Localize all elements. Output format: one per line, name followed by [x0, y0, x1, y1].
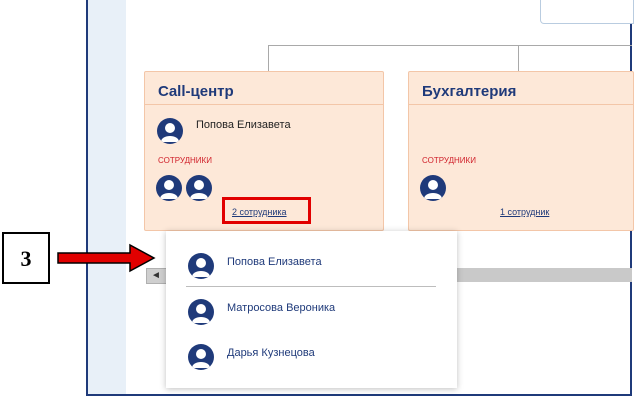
user-avatar-icon[interactable] [156, 175, 182, 201]
department-card-accounting[interactable]: Бухгалтерия СОТРУДНИКИ 1 сотрудник [408, 71, 634, 231]
department-title: Call-центр [158, 83, 234, 100]
user-avatar-icon [188, 344, 214, 370]
card-divider [409, 104, 633, 105]
employee-name: Попова Елизавета [227, 256, 322, 268]
popup-divider [186, 286, 436, 287]
department-head-name: Попова Елизавета [196, 119, 291, 131]
step-number-box: 3 [2, 232, 50, 284]
org-connector-horizontal [268, 45, 632, 46]
card-divider [145, 104, 383, 105]
horizontal-scrollbar[interactable] [457, 268, 632, 282]
employee-name: Дарья Кузнецова [227, 347, 315, 359]
user-avatar-icon[interactable] [157, 118, 183, 144]
department-title: Бухгалтерия [422, 83, 517, 100]
highlight-box [222, 197, 311, 224]
popup-employee-item[interactable]: Дарья Кузнецова [166, 341, 457, 371]
top-panel-box [540, 0, 634, 24]
user-avatar-icon[interactable] [420, 175, 446, 201]
popup-employee-item[interactable]: Матросова Вероника [166, 296, 457, 326]
left-panel [88, 0, 126, 394]
user-avatar-icon[interactable] [186, 175, 212, 201]
user-avatar-icon [188, 299, 214, 325]
step-number: 3 [20, 246, 32, 271]
user-avatar-icon [188, 253, 214, 279]
staff-label: СОТРУДНИКИ [158, 156, 212, 165]
red-arrow-icon [57, 243, 156, 273]
staff-label: СОТРУДНИКИ [422, 156, 476, 165]
popup-employee-item[interactable]: Попова Елизавета [166, 250, 457, 280]
employees-popup: Попова Елизавета Матросова Вероника Дарь… [166, 231, 457, 388]
org-connector-left [268, 45, 269, 71]
staff-count-link[interactable]: 1 сотрудник [500, 207, 549, 217]
org-connector-right [518, 45, 519, 71]
employee-name: Матросова Вероника [227, 302, 336, 314]
